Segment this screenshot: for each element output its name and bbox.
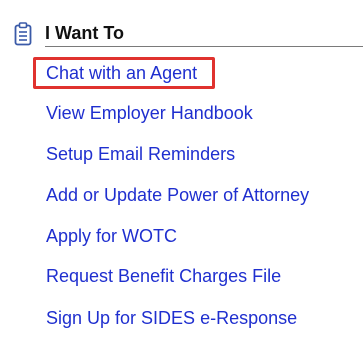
section-title: I Want To <box>45 23 124 43</box>
link-view-employer-handbook[interactable]: View Employer Handbook <box>46 102 253 124</box>
link-sides-e-response[interactable]: Sign Up for SIDES e-Response <box>46 307 297 329</box>
link-power-of-attorney[interactable]: Add or Update Power of Attorney <box>46 184 309 206</box>
link-apply-for-wotc[interactable]: Apply for WOTC <box>46 225 177 247</box>
link-setup-email-reminders[interactable]: Setup Email Reminders <box>46 143 235 165</box>
section-header: I Want To <box>14 20 363 48</box>
clipboard-icon <box>14 22 32 46</box>
header-underline <box>45 46 363 47</box>
link-request-benefit-charges[interactable]: Request Benefit Charges File <box>46 265 281 287</box>
link-chat-with-agent[interactable]: Chat with an Agent <box>46 62 197 84</box>
i-want-to-panel: I Want To Chat with an Agent View Employ… <box>0 0 363 362</box>
